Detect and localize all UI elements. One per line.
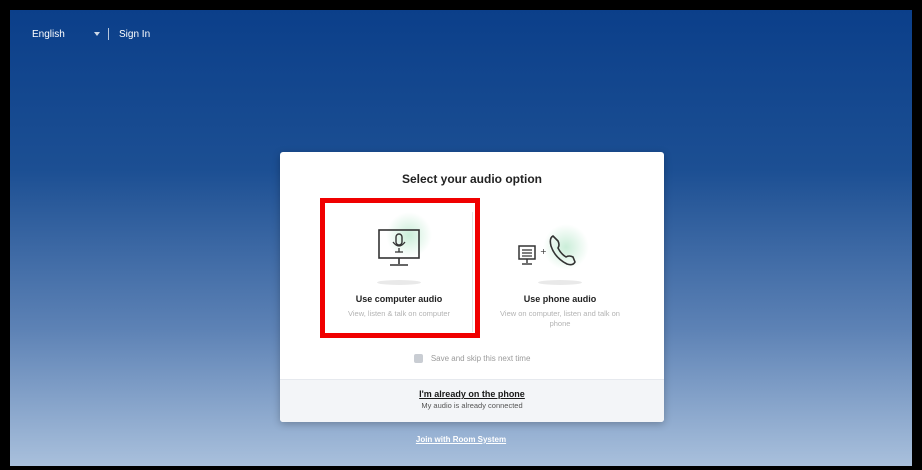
chevron-down-icon[interactable] xyxy=(94,32,100,36)
topbar-divider xyxy=(108,28,109,40)
phone-audio-label: Use phone audio xyxy=(523,294,597,304)
icon-shadow xyxy=(538,280,582,285)
skip-checkbox[interactable] xyxy=(413,354,423,364)
selection-highlight xyxy=(320,198,480,338)
svg-text:+: + xyxy=(540,247,547,256)
topbar: English Sign In xyxy=(32,28,150,40)
language-select[interactable]: English xyxy=(32,29,92,40)
audio-option-dialog: Select your audio option Use computer au… xyxy=(280,152,664,422)
room-system-link[interactable]: Join with Room System xyxy=(10,435,912,444)
skip-option[interactable]: Save and skip this next time xyxy=(280,354,664,364)
already-connected-text: My audio is already connected xyxy=(421,401,523,410)
phone-icon: + xyxy=(518,235,576,266)
phone-audio-option[interactable]: + Use phone audio View on computer, list… xyxy=(485,214,635,354)
phone-audio-desc: View on computer, listen and talk on pho… xyxy=(500,309,620,328)
dialog-title: Select your audio option xyxy=(401,172,542,186)
sign-in-link[interactable]: Sign In xyxy=(119,29,150,40)
app-frame: English Sign In Select your audio option… xyxy=(10,10,912,466)
skip-label: Save and skip this next time xyxy=(430,354,531,363)
dialog-footer: I'm already on the phone My audio is alr… xyxy=(280,379,664,422)
already-on-phone-link[interactable]: I'm already on the phone xyxy=(280,389,664,399)
